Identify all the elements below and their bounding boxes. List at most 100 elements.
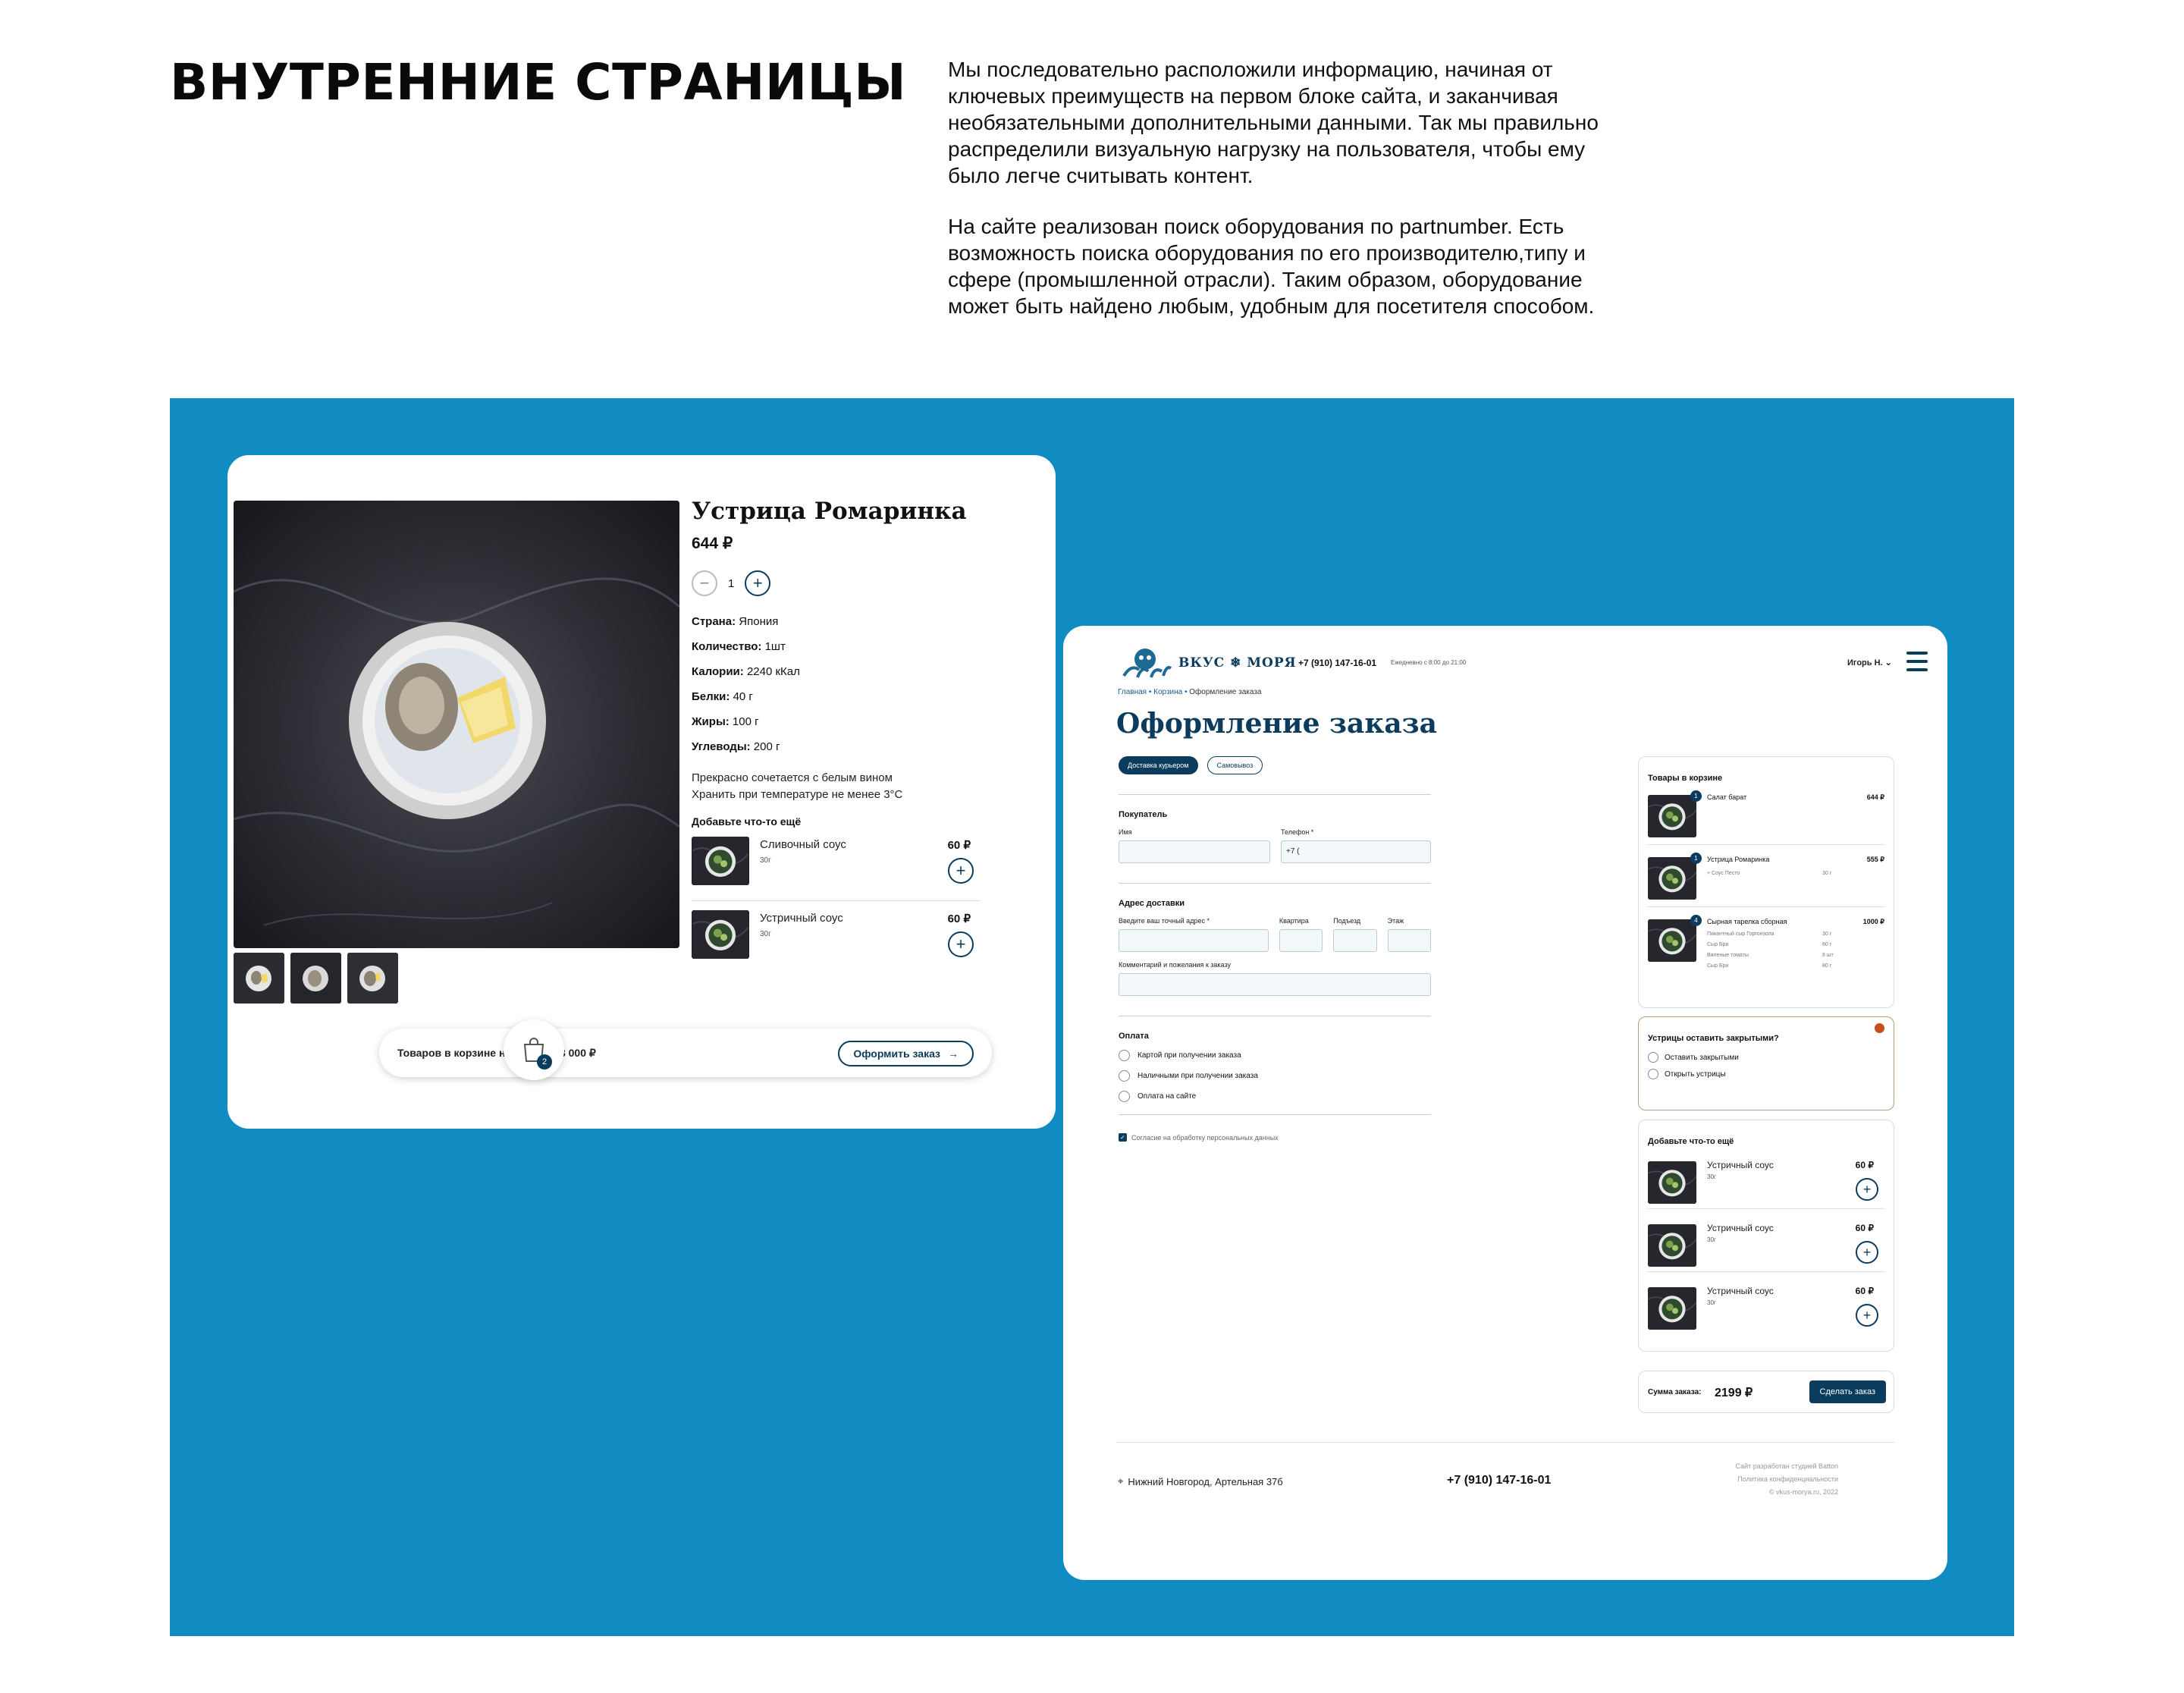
cart-item: 4 Сырная тарелка сборная 1000 ₽ Пикантны… (1648, 907, 1884, 983)
cart-count-badge: 2 (537, 1054, 552, 1070)
radio-icon (1119, 1091, 1130, 1102)
user-menu[interactable]: Игорь Н. ⌄ (1847, 658, 1892, 667)
product-card: Устрица Ромаринка 644 ₽ − 1 + Страна: Яп… (228, 455, 1056, 1129)
page-heading: ВНУТРЕННИЕ СТРАНИЦЫ (170, 53, 907, 112)
buyer-section-title: Покупатель (1119, 810, 1168, 819)
name-field[interactable] (1119, 840, 1270, 863)
dish-image (1648, 919, 1696, 962)
address-section-title: Адрес доставки (1119, 899, 1185, 908)
menu-icon[interactable] (1906, 652, 1928, 671)
product-photo (234, 501, 679, 948)
checkout-form: Покупатель Имя Телефон * +7 ( Адрес доста… (1119, 794, 1431, 1142)
thumbnail-3[interactable] (347, 953, 398, 1004)
dish-image (1648, 1161, 1696, 1204)
dish-image (1648, 1287, 1696, 1330)
tab-pickup[interactable]: Самовывоз (1207, 756, 1263, 774)
entrance-field[interactable] (1333, 929, 1377, 952)
quantity-value: 1 (728, 576, 735, 590)
add-more-panel: Добавьте что-то ещё Устричный соус 30г 60 … (1638, 1120, 1894, 1352)
place-order-button[interactable]: Сделать заказ (1809, 1380, 1886, 1403)
sauce-image (692, 910, 749, 959)
list-item: Устричный соус 30г 60 ₽ + (692, 901, 980, 975)
radio-icon (1648, 1069, 1658, 1079)
floor-field[interactable] (1387, 929, 1431, 952)
radio-icon (1648, 1052, 1658, 1063)
add-item-button[interactable]: + (1856, 1304, 1878, 1327)
breadcrumb-home[interactable]: Главная (1118, 688, 1147, 696)
site-logo[interactable]: ВКУС ❄ МОРЯ (1116, 645, 1297, 680)
octopus-icon (1122, 649, 1172, 678)
photo-thumbnails (234, 953, 398, 1004)
cart-item: 1 Устрица Ромаринка 555 ₽ + Соус Песто 3… (1648, 845, 1884, 907)
add-item-button[interactable]: + (1856, 1178, 1878, 1201)
add-item-button[interactable]: + (1856, 1241, 1878, 1264)
list-item: Сливочный соус 30г 60 ₽ + (692, 828, 980, 901)
delivery-tabs: Доставка курьером Самовывоз (1119, 756, 1263, 774)
cart-item: 1 Салат барат 644 ₽ (1648, 783, 1884, 845)
dish-image (1648, 795, 1696, 837)
spec-row: Белки: 40 г (692, 690, 753, 703)
oyster-option-open[interactable]: Открыть устрицы (1648, 1069, 1894, 1079)
product-title: Устрица Ромаринка (692, 498, 967, 525)
cart-summary-bar: Товаров в корзине на сумму: 23 000 ₽ Офо… (379, 1029, 992, 1077)
add-item-button[interactable]: + (948, 931, 974, 957)
spec-row: Углеводы: 200 г (692, 740, 780, 753)
quantity-stepper: − 1 + (692, 570, 980, 597)
header-phone[interactable]: +7 (910) 147-16-01 (1298, 658, 1376, 668)
breadcrumb-current: Оформление заказа (1189, 688, 1262, 696)
page: ВНУТРЕННИЕ СТРАНИЦЫ Мы последовательно р… (0, 0, 2184, 1693)
product-price: 644 ₽ (692, 535, 733, 552)
product-specs: Страна: Япония Количество: 1шт Калории: … (692, 609, 980, 759)
apartment-field[interactable] (1279, 929, 1323, 952)
footer-phone[interactable]: +7 (910) 147-16-01 (1447, 1474, 1551, 1487)
dish-image (1648, 857, 1696, 900)
tab-courier[interactable]: Доставка курьером (1119, 756, 1198, 774)
address-field[interactable] (1119, 929, 1269, 952)
spec-row: Страна: Япония (692, 615, 779, 628)
order-summary: Сумма заказа: 2199 ₽ Сделать заказ (1638, 1371, 1894, 1413)
checkout-button[interactable]: Оформить заказ → (838, 1041, 974, 1066)
spec-row: Жиры: 100 г (692, 715, 759, 728)
dish-image (1648, 1224, 1696, 1267)
checkout-title: Оформление заказа (1116, 708, 1437, 740)
add-more-list: Сливочный соус 30г 60 ₽ + Устричный соус… (692, 828, 980, 975)
intro-paragraph-1: Мы последовательно расположили информаци… (948, 58, 1599, 187)
logo-text: ВКУС ❄ МОРЯ (1178, 655, 1297, 671)
sauce-image (692, 837, 749, 885)
product-description: Прекрасно сочетается с белым вином Храни… (692, 771, 903, 801)
minus-button[interactable]: − (692, 570, 717, 596)
phone-field[interactable]: +7 ( (1281, 840, 1431, 863)
location-pin-icon: ⌖ (1118, 1475, 1124, 1487)
payment-section-title: Оплата (1119, 1032, 1149, 1041)
breadcrumb: Главная • Корзина • Оформление заказа (1118, 688, 1262, 696)
footer-address: ⌖ Нижний Новгород, Артельная 37б (1118, 1475, 1283, 1487)
intro-paragraph-2: На сайте реализован поиск оборудования п… (948, 215, 1595, 318)
payment-option-cash[interactable]: Наличными при получении заказа (1119, 1070, 1431, 1082)
header-hours: Ежедневно с 8:00 до 21:00 (1391, 659, 1467, 666)
spec-row: Калории: 2240 кКал (692, 665, 800, 678)
spec-row: Количество: 1шт (692, 640, 786, 653)
thumbnail-2[interactable] (290, 953, 341, 1004)
cart-panel-title: Товары в корзине (1648, 774, 1723, 783)
list-item: Устричный соус 30г 60 ₽ + (1648, 1209, 1884, 1272)
consent-checkbox[interactable]: ✓ Согласие на обработку персональных данн… (1119, 1133, 1431, 1142)
checkout-card: ВКУС ❄ МОРЯ +7 (910) 147-16-01 Ежедневно… (1063, 626, 1947, 1580)
cart-button[interactable]: 2 (504, 1019, 564, 1080)
breadcrumb-cart[interactable]: Корзина (1153, 688, 1182, 696)
comment-field[interactable] (1119, 973, 1431, 996)
payment-option-online[interactable]: Оплата на сайте (1119, 1091, 1431, 1102)
plus-button[interactable]: + (745, 570, 771, 596)
checkbox-checked-icon: ✓ (1119, 1133, 1127, 1142)
cart-panel: Товары в корзине 1 Салат барат 644 ₽ 1 У… (1638, 756, 1894, 1008)
arrow-right-icon: → (948, 1048, 959, 1060)
list-item: Устричный соус 30г 60 ₽ + (1648, 1146, 1884, 1209)
alert-icon (1875, 1023, 1884, 1033)
thumbnail-1[interactable] (234, 953, 284, 1004)
payment-option-card[interactable]: Картой при получении заказа (1119, 1050, 1431, 1061)
oyster-option-closed[interactable]: Оставить закрытыми (1648, 1052, 1894, 1063)
intro-text: Мы последовательно расположили информаци… (948, 56, 1615, 344)
footer-legal: Сайт разработан студией Batton Политика … (1735, 1462, 1838, 1496)
cart-total-text: Товаров в корзине на сумму: 23 000 ₽ (397, 1047, 596, 1059)
add-more-title: Добавьте что-то ещё (692, 815, 802, 828)
add-item-button[interactable]: + (948, 858, 974, 884)
